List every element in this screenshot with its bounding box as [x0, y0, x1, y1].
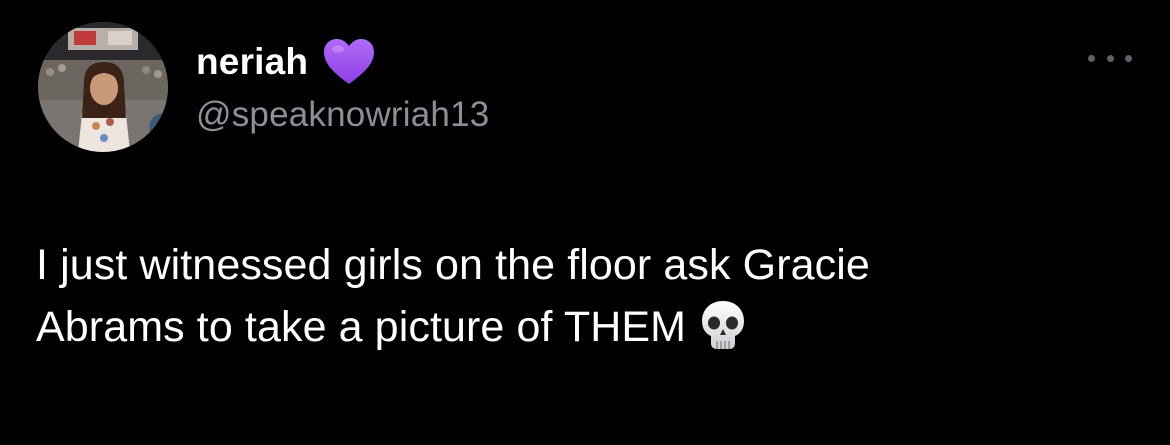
display-name-row: neriah	[196, 36, 376, 88]
avatar-photo	[38, 22, 168, 152]
tweet-card: neriah @speaknowriah13 I just witnessed …	[0, 0, 1170, 445]
user-handle[interactable]: @speaknowriah13	[196, 95, 489, 135]
avatar[interactable]	[38, 22, 168, 152]
more-options-icon-dot	[1106, 54, 1114, 62]
more-options-button[interactable]	[1088, 46, 1132, 70]
tweet-text-line-2: Abrams to take a picture of THEM	[36, 303, 687, 351]
tweet-text-line-1: I just witnessed girls on the floor ask …	[36, 241, 870, 289]
more-options-icon	[1088, 54, 1095, 62]
more-options-icon-dot	[1125, 54, 1132, 62]
skull-emoji-icon	[700, 299, 746, 351]
tweet-text-line-2-row: Abrams to take a picture of THEM	[36, 296, 1136, 358]
tweet-text: I just witnessed girls on the floor ask …	[36, 234, 1136, 358]
purple-heart-icon	[322, 37, 376, 87]
display-name[interactable]: neriah	[196, 41, 308, 83]
